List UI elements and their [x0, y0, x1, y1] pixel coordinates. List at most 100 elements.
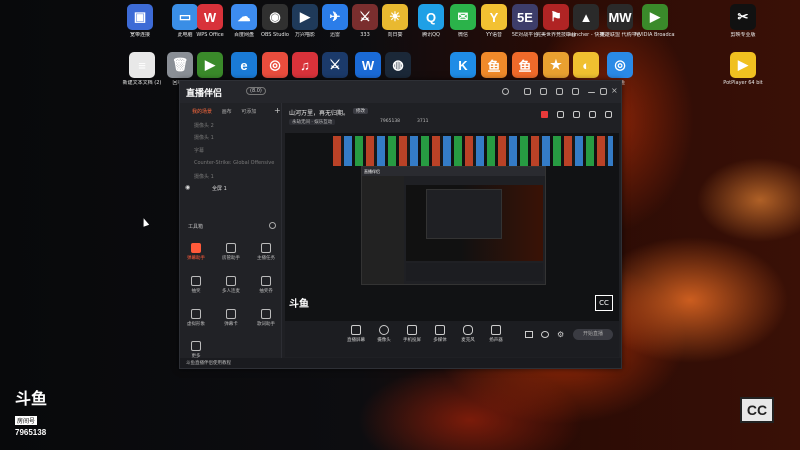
fans-icon[interactable]: [541, 111, 548, 118]
record-icon[interactable]: [525, 331, 533, 338]
header-action-icon[interactable]: [573, 111, 580, 118]
message-icon[interactable]: [556, 88, 563, 95]
microphone-button[interactable]: 麦克风: [455, 325, 481, 343]
desktop-shortcut[interactable]: ▶ PotPlayer 64 bit: [723, 52, 763, 86]
cc-logo: CC: [740, 397, 774, 423]
header-action-icon[interactable]: [589, 111, 596, 118]
settings-icon[interactable]: [524, 88, 531, 95]
header-action-icon[interactable]: [605, 111, 612, 118]
desktop-shortcut[interactable]: ≡ 新建文本文档 (2): [122, 52, 162, 86]
maximize-icon[interactable]: [600, 88, 607, 95]
tool-lyrics[interactable]: 歌词助手: [252, 309, 280, 327]
source-item[interactable]: 摄像头 1: [194, 173, 214, 180]
stream-title: 山河万里，再无归期。: [289, 110, 350, 117]
tab-canvas[interactable]: 画布: [222, 109, 232, 115]
desktop-shortcut-icon: W: [197, 4, 223, 30]
desktop-shortcut-icon: ✉: [450, 4, 476, 30]
tool-lottery[interactable]: 抽奖: [182, 276, 210, 294]
control-bar: 直播屏幕 摄像头 手机投屏 多媒体 麦克风 扬声器 ⚙ 开始直播: [285, 321, 619, 357]
desktop-shortcut-icon: e: [231, 52, 257, 78]
viewer-count: 3711: [417, 119, 429, 124]
desktop-shortcut[interactable]: MW 英雄联盟 代购平台: [600, 4, 640, 38]
gift-icon[interactable]: [540, 88, 547, 95]
desktop-shortcut-icon: ≡: [129, 52, 155, 78]
desktop-shortcut-icon: ▶: [197, 52, 223, 78]
desktop-shortcut-icon: ▲: [573, 4, 599, 30]
speaker-button[interactable]: 扬声器: [483, 325, 509, 343]
menu-icon[interactable]: [572, 88, 579, 95]
source-item[interactable]: 全屏 1: [212, 185, 227, 192]
streaming-app-window: 直播伴侣 (8.0) × 我的场景 画布 可添加 + 摄像头 2 摄像头 1 字…: [179, 80, 622, 369]
room-number: 7965138: [15, 428, 47, 437]
tool-danmu[interactable]: 弹幕助手: [182, 243, 210, 261]
version-badge[interactable]: (8.0): [246, 87, 266, 95]
desktop-shortcut-icon: ▶: [642, 4, 668, 30]
edit-title-button[interactable]: 修改: [353, 108, 368, 114]
title-bar: 直播伴侣 (8.0) ×: [180, 81, 621, 103]
desktop-shortcut-icon: Y: [481, 4, 507, 30]
source-item[interactable]: 摄像头 1: [194, 134, 214, 141]
media-button[interactable]: 多媒体: [427, 325, 453, 343]
preview-douyu-logo: 斗鱼: [289, 299, 309, 310]
start-stream-button[interactable]: 开始直播: [573, 329, 613, 340]
screen-capture-button[interactable]: 直播屏幕: [343, 325, 369, 343]
desktop-shortcut[interactable]: ▣ 宽带连接: [120, 4, 160, 38]
douyu-watermark: 斗鱼 房间号 7965138: [15, 390, 59, 437]
source-item[interactable]: 摄像头 2: [194, 122, 214, 129]
desktop-icon-label: 剪映专业版: [730, 32, 756, 38]
desktop-icon-label: 宽带连接: [129, 32, 150, 38]
desktop-shortcut[interactable]: ▶ NVIDIA Broadcast: [635, 4, 675, 38]
add-source-icon[interactable]: +: [274, 106, 281, 115]
room-category[interactable]: 永劫无间 · 娱乐互动: [289, 119, 336, 125]
tool-multi-mic[interactable]: 多人连麦: [217, 276, 245, 294]
tutorial-link[interactable]: 斗鱼直播伴侣使用教程: [186, 360, 231, 366]
source-item[interactable]: 字幕: [194, 147, 204, 154]
desktop-shortcut-icon: 5E: [512, 4, 538, 30]
eye-icon[interactable]: ◉: [185, 184, 190, 191]
camera-button[interactable]: 摄像头: [371, 325, 397, 343]
tool-task[interactable]: 主播任务: [252, 243, 280, 261]
tool-more[interactable]: 更多: [182, 341, 210, 359]
avatar-icon[interactable]: [502, 88, 509, 95]
tool-ticket[interactable]: 抽奖券: [252, 276, 280, 294]
desktop-shortcut-icon: 鱼: [512, 52, 538, 78]
status-bar: 斗鱼直播伴侣使用教程: [180, 358, 621, 368]
stream-preview[interactable]: 直播伴侣 斗鱼 CC: [285, 133, 619, 321]
room-caption: 房间号: [15, 416, 38, 425]
desktop-shortcut-icon: K: [450, 52, 476, 78]
desktop-shortcut-icon: ◎: [607, 52, 633, 78]
minimize-icon[interactable]: [588, 92, 595, 93]
desktop-shortcut[interactable]: ✂ 剪映专业版: [723, 4, 763, 38]
desktop-shortcut-icon: Q: [418, 4, 444, 30]
tool-card[interactable]: 弹幕卡: [217, 309, 245, 327]
desktop-shortcut-icon: MW: [607, 4, 633, 30]
desktop-icon-label: NVIDIA Broadcast: [635, 32, 675, 38]
douyu-logo: 斗鱼: [15, 389, 48, 408]
app-logo: 直播伴侣: [186, 89, 223, 99]
desktop-shortcut-icon: ◍: [385, 52, 411, 78]
desktop-shortcut-icon: ✂: [730, 4, 756, 30]
close-icon[interactable]: ×: [611, 86, 618, 95]
phone-cast-button[interactable]: 手机投屏: [399, 325, 425, 343]
desktop-shortcut-icon: ☁: [231, 4, 257, 30]
room-id: 7965138: [380, 119, 401, 124]
preview-cc-logo: CC: [595, 295, 613, 311]
desktop-shortcut-icon: ☀: [382, 4, 408, 30]
preview-toggle-icon[interactable]: [541, 331, 549, 338]
toolbox-title: 工具箱: [188, 224, 204, 230]
desktop-shortcut-icon: ⚔: [322, 52, 348, 78]
tool-avatar[interactable]: 虚拟形象: [182, 309, 210, 327]
header-action-icon[interactable]: [557, 111, 564, 118]
tool-admin[interactable]: 房管助手: [217, 243, 245, 261]
desktop-icon-label: PotPlayer 64 bit: [723, 80, 763, 86]
source-item[interactable]: Counter-Strike: Global Offensive: [194, 160, 274, 166]
tab-add[interactable]: 可添加: [241, 109, 256, 115]
tab-scene[interactable]: 我的场景: [192, 109, 212, 115]
desktop-shortcut[interactable]: ☀ 向日葵: [375, 4, 415, 38]
settings-gear-icon[interactable]: ⚙: [557, 330, 564, 339]
desktop-shortcut-icon: ▶: [730, 52, 756, 78]
desktop-icon-label: 新建文本文档 (2): [122, 80, 162, 86]
toolbox-more-icon[interactable]: [269, 222, 276, 229]
preview-inner-window: 直播伴侣: [361, 166, 546, 285]
desktop-icon-label: 向日葵: [387, 32, 403, 38]
